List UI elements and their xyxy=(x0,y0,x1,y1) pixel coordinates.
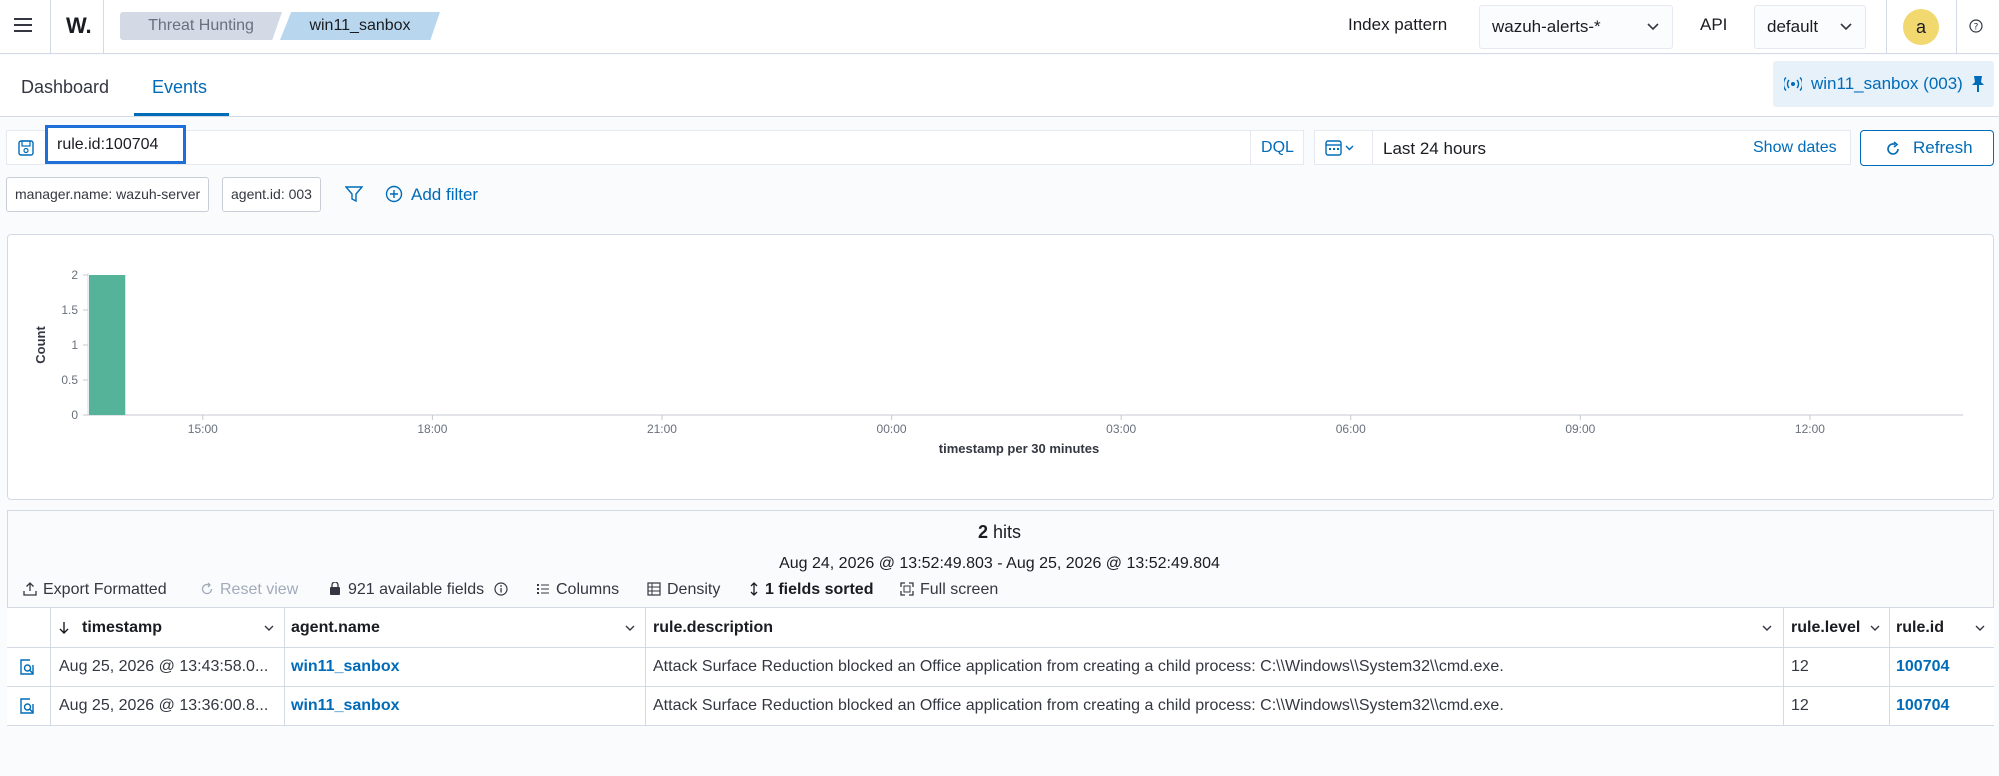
inspect-document-icon[interactable] xyxy=(18,697,36,715)
chevron-down-icon[interactable] xyxy=(263,622,275,634)
x-tick-label: 21:00 xyxy=(647,422,677,436)
cell-timestamp: Aug 25, 2026 @ 13:36:00.8... xyxy=(59,697,269,714)
x-axis-title: timestamp per 30 minutes xyxy=(939,441,1099,456)
chevron-down-icon[interactable] xyxy=(1761,622,1773,634)
columns-label: Columns xyxy=(556,581,620,598)
cell-timestamp: Aug 25, 2026 @ 13:43:58.0... xyxy=(59,658,269,675)
fullscreen-icon xyxy=(900,582,914,596)
cell-rule-id-link[interactable]: 100704 xyxy=(1896,687,1949,725)
cell-rule-description: Attack Surface Reduction blocked an Offi… xyxy=(653,658,1504,675)
y-tick-label: 1 xyxy=(71,338,78,352)
export-icon xyxy=(23,582,37,596)
chevron-down-icon[interactable] xyxy=(1974,622,1986,634)
column-divider xyxy=(1783,608,1784,725)
y-tick-label: 0 xyxy=(71,408,78,422)
x-tick-label: 00:00 xyxy=(877,422,907,436)
reset-view-button[interactable]: Reset view xyxy=(200,581,298,599)
chevron-down-icon[interactable] xyxy=(624,622,636,634)
y-tick-label: 2 xyxy=(71,268,78,282)
cell-agent-name-link[interactable]: win11_sanbox xyxy=(291,648,400,686)
fullscreen-label: Full screen xyxy=(920,581,999,598)
column-divider xyxy=(50,608,51,725)
density-button[interactable]: Density xyxy=(647,581,720,599)
x-tick-label: 06:00 xyxy=(1336,422,1366,436)
reset-label: Reset view xyxy=(220,581,299,598)
density-label: Density xyxy=(667,581,721,598)
column-label: rule.id xyxy=(1896,619,1945,636)
hits-number: 2 xyxy=(977,522,988,542)
info-icon[interactable] xyxy=(493,582,508,596)
available-fields-button[interactable]: 921 available fields xyxy=(328,581,508,599)
column-header-rule-description[interactable]: rule.description xyxy=(653,608,1778,647)
cell-rule-level: 12 xyxy=(1791,658,1809,675)
y-axis-title: Count xyxy=(33,326,48,364)
column-header-rule-id[interactable]: rule.id xyxy=(1896,608,1991,647)
export-label: Export Formatted xyxy=(43,581,167,598)
x-tick-label: 12:00 xyxy=(1795,422,1825,436)
cell-rule-id-link[interactable]: 100704 xyxy=(1896,648,1949,686)
cell-rule-description: Attack Surface Reduction blocked an Offi… xyxy=(653,697,1504,714)
table-density-icon xyxy=(647,582,661,596)
reset-icon xyxy=(201,582,213,595)
histogram-chart: 0 0.5 1 1.5 2 15:00 18:00 21:00 00:00 03:00 06:00 0… xyxy=(33,268,1963,456)
fields-label: 921 available fields xyxy=(348,581,485,598)
fields-icon xyxy=(330,582,340,595)
row-divider xyxy=(7,725,1994,726)
x-tick-label: 03:00 xyxy=(1106,422,1136,436)
hits-count: 2 hits xyxy=(0,522,1999,543)
x-tick-label: 09:00 xyxy=(1565,422,1595,436)
y-tick-label: 0.5 xyxy=(61,373,78,387)
cell-rule-level: 12 xyxy=(1791,697,1809,714)
histogram-bar xyxy=(89,275,126,415)
full-screen-button[interactable]: Full screen xyxy=(900,581,998,599)
column-header-rule-level[interactable]: rule.level xyxy=(1791,608,1886,647)
chevron-down-icon[interactable] xyxy=(1869,622,1881,634)
cell-agent-name-link[interactable]: win11_sanbox xyxy=(291,687,400,725)
y-tick-label: 1.5 xyxy=(61,303,78,317)
columns-button[interactable]: Columns xyxy=(536,581,619,599)
x-tick-label: 15:00 xyxy=(188,422,218,436)
sort-fields-button[interactable]: 1 fields sorted xyxy=(749,581,873,599)
export-formatted-button[interactable]: Export Formatted xyxy=(23,581,167,599)
column-divider xyxy=(645,608,646,725)
list-icon xyxy=(537,584,549,594)
column-label: timestamp xyxy=(82,619,163,636)
column-label: rule.level xyxy=(1791,619,1861,636)
sort-descending-icon xyxy=(58,621,70,634)
inspect-document-icon[interactable] xyxy=(18,658,36,676)
hits-label: hits xyxy=(993,522,1022,542)
x-tick-label: 18:00 xyxy=(417,422,447,436)
column-label: agent.name xyxy=(291,619,380,636)
column-label: rule.description xyxy=(653,619,774,636)
column-divider xyxy=(284,608,285,725)
hits-time-range: Aug 24, 2026 @ 13:52:49.803 - Aug 25, 20… xyxy=(779,555,1220,572)
sort-label: 1 fields sorted xyxy=(765,581,874,598)
column-header-agent-name[interactable]: agent.name xyxy=(291,608,641,647)
sort-icon xyxy=(750,582,758,596)
column-divider xyxy=(1889,608,1890,725)
column-header-timestamp[interactable]: timestamp xyxy=(58,608,278,647)
